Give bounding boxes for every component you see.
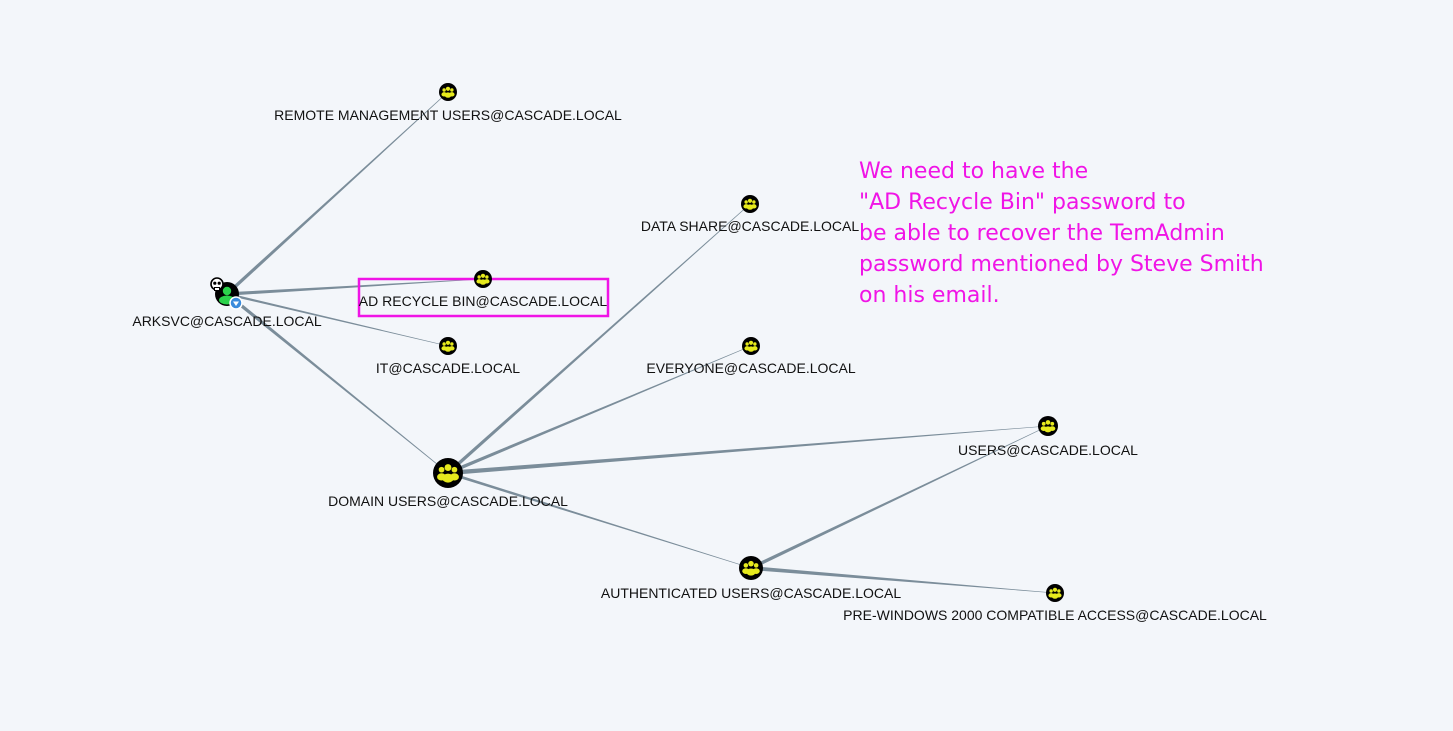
graph-node-pre-win2000[interactable]: PRE-WINDOWS 2000 COMPATIBLE ACCESS@CASCA… xyxy=(843,584,1267,623)
node-label: REMOTE MANAGEMENT USERS@CASCADE.LOCAL xyxy=(274,107,622,123)
node-label: ARKSVC@CASCADE.LOCAL xyxy=(132,313,321,329)
graph-node-users[interactable]: USERS@CASCADE.LOCAL xyxy=(958,416,1138,458)
group-icon[interactable] xyxy=(1038,416,1058,436)
group-icon[interactable] xyxy=(439,337,457,355)
graph-node-remote-mgmt[interactable]: REMOTE MANAGEMENT USERS@CASCADE.LOCAL xyxy=(274,83,622,123)
graph-node-ad-recycle[interactable]: AD RECYCLE BIN@CASCADE.LOCAL xyxy=(359,270,608,309)
skull-icon xyxy=(210,277,224,291)
graph-node-it[interactable]: IT@CASCADE.LOCAL xyxy=(376,337,520,376)
node-label: AD RECYCLE BIN@CASCADE.LOCAL xyxy=(359,293,608,309)
graph-node-everyone[interactable]: EVERYONE@CASCADE.LOCAL xyxy=(646,337,856,376)
high-value-badge-icon xyxy=(229,296,243,310)
group-icon[interactable] xyxy=(433,458,463,488)
graph-node-auth-users[interactable]: AUTHENTICATED USERS@CASCADE.LOCAL xyxy=(601,556,901,601)
node-label: AUTHENTICATED USERS@CASCADE.LOCAL xyxy=(601,585,901,601)
node-label: PRE-WINDOWS 2000 COMPATIBLE ACCESS@CASCA… xyxy=(843,607,1267,623)
group-icon[interactable] xyxy=(474,270,492,288)
node-label: DOMAIN USERS@CASCADE.LOCAL xyxy=(328,493,568,509)
group-icon[interactable] xyxy=(739,556,763,580)
node-label: DATA SHARE@CASCADE.LOCAL xyxy=(641,218,860,234)
node-label: EVERYONE@CASCADE.LOCAL xyxy=(646,360,855,376)
group-icon[interactable] xyxy=(741,195,759,213)
graph-node-data-share[interactable]: DATA SHARE@CASCADE.LOCAL xyxy=(641,195,860,234)
node-label: IT@CASCADE.LOCAL xyxy=(376,360,520,376)
edge-domain_users-to-data_share[interactable] xyxy=(446,203,751,475)
node-label: USERS@CASCADE.LOCAL xyxy=(958,442,1138,458)
graph-node-arksvc[interactable]: ARKSVC@CASCADE.LOCAL xyxy=(132,277,322,329)
edge-domain_users-to-auth_users[interactable] xyxy=(447,471,752,569)
group-icon[interactable] xyxy=(1046,584,1064,602)
group-icon[interactable] xyxy=(439,83,457,101)
annotation-note: We need to have the "AD Recycle Bin" pas… xyxy=(859,159,1264,308)
graph-canvas[interactable]: REMOTE MANAGEMENT USERS@CASCADE.LOCAL ARK… xyxy=(0,0,1453,731)
group-icon[interactable] xyxy=(742,337,760,355)
